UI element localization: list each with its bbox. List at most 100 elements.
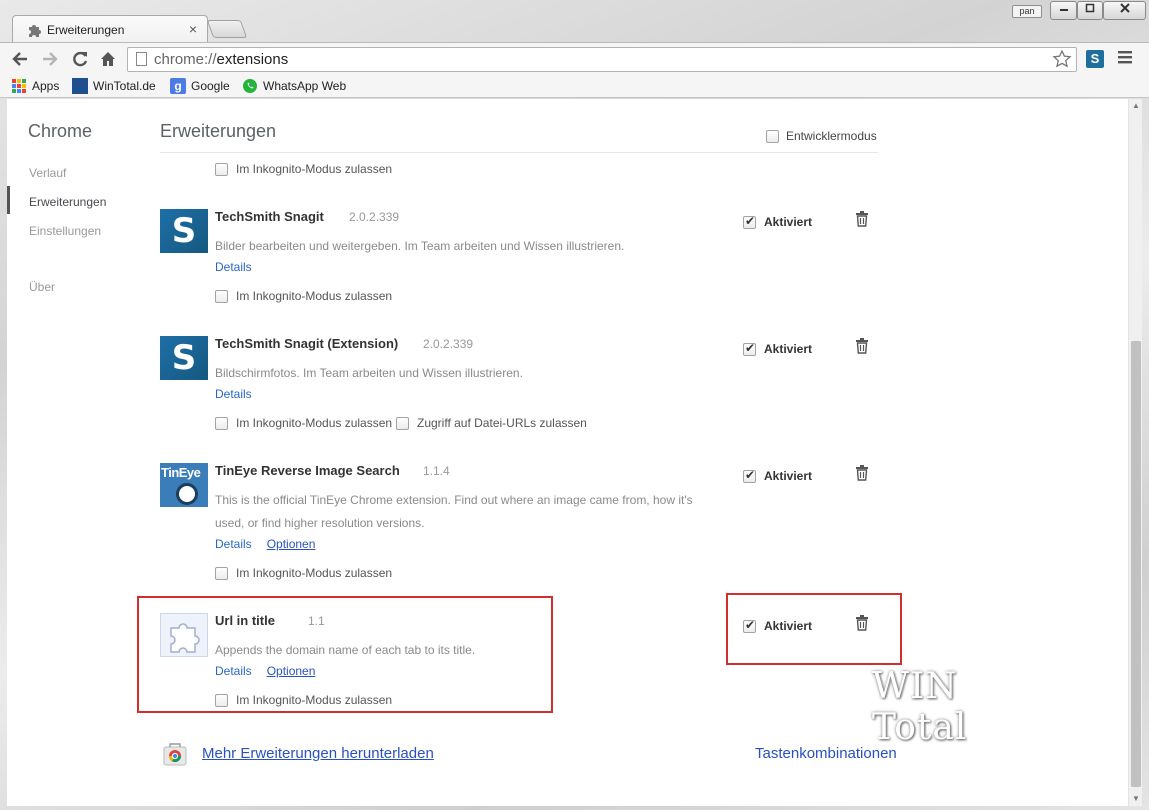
- keyboard-shortcuts-link[interactable]: Tastenkombinationen: [755, 745, 897, 762]
- incognito-label: Im Inkognito-Modus zulassen: [236, 693, 393, 707]
- sidebar-item-ueber[interactable]: Über: [29, 280, 55, 294]
- extensions-page: Chrome Verlauf Erweiterungen Einstellung…: [7, 99, 1142, 806]
- trash-icon[interactable]: [855, 465, 869, 481]
- tab-title: Erweiterungen: [47, 23, 125, 37]
- chrome-web-store-icon: [162, 740, 188, 766]
- scrollbar-thumb[interactable]: [1131, 341, 1141, 787]
- enabled-toggle[interactable]: Aktiviert: [743, 618, 813, 633]
- address-text[interactable]: chrome://extensions: [154, 51, 288, 68]
- sidebar-item-verlauf[interactable]: Verlauf: [29, 166, 66, 180]
- trash-icon[interactable]: [855, 615, 869, 631]
- incognito-option[interactable]: Im Inkognito-Modus zulassen: [215, 162, 392, 176]
- options-link[interactable]: Optionen: [267, 537, 316, 551]
- extension-item-tineye: TinEye TinEye Reverse Image Search 1.1.4…: [160, 463, 880, 588]
- extension-item-url-in-title: Url in title 1.1 Appends the domain name…: [160, 613, 880, 713]
- enabled-toggle[interactable]: Aktiviert: [743, 341, 812, 356]
- browser-window: Erweiterungen × pan chrome://extensions: [0, 0, 1149, 810]
- enabled-checkbox[interactable]: [743, 468, 756, 483]
- details-link[interactable]: Details: [215, 537, 252, 551]
- bookmark-wintotal[interactable]: WinTotal.de: [72, 78, 156, 94]
- minimize-button[interactable]: [1050, 1, 1077, 20]
- more-extensions-link[interactable]: Mehr Erweiterungen herunterladen: [202, 745, 434, 762]
- toolbar: chrome://extensions S: [0, 42, 1149, 74]
- enabled-label: Aktiviert: [764, 215, 813, 229]
- extension-description: This is the official TinEye Chrome exten…: [215, 489, 745, 535]
- maximize-button[interactable]: [1077, 1, 1103, 20]
- incognito-option[interactable]: Im Inkognito-Modus zulassen: [215, 566, 392, 580]
- extension-name: Url in title: [215, 613, 275, 628]
- wintotal-favicon-icon: [72, 78, 88, 94]
- address-bar[interactable]: chrome://extensions: [127, 47, 1077, 72]
- bookmark-star-icon[interactable]: [1052, 49, 1072, 75]
- bookmark-apps[interactable]: Apps: [12, 78, 59, 94]
- puzzle-icon: [160, 613, 208, 657]
- developer-mode-label: Entwicklermodus: [786, 129, 877, 143]
- incognito-checkbox[interactable]: [215, 566, 228, 580]
- incognito-checkbox[interactable]: [215, 289, 228, 303]
- bookmark-label: WinTotal.de: [93, 79, 156, 93]
- extension-version: 1.1.4: [423, 464, 450, 478]
- tineye-logo-icon: TinEye: [160, 463, 208, 507]
- extension-name: TechSmith Snagit: [215, 209, 324, 224]
- profile-badge[interactable]: pan: [1012, 5, 1042, 18]
- details-link[interactable]: Details: [215, 260, 252, 274]
- reload-icon[interactable]: [70, 49, 90, 69]
- extension-description: Appends the domain name of each tab to i…: [215, 643, 476, 657]
- scroll-up-arrow-icon[interactable]: ▲: [1131, 101, 1141, 111]
- back-arrow-icon[interactable]: [10, 49, 30, 69]
- tab-extensions[interactable]: Erweiterungen ×: [12, 15, 208, 42]
- file-urls-checkbox[interactable]: [396, 416, 409, 430]
- developer-mode-checkbox[interactable]: [766, 129, 779, 143]
- close-tab-icon[interactable]: ×: [189, 21, 197, 37]
- enabled-toggle[interactable]: Aktiviert: [743, 214, 813, 229]
- bookmarks-bar: Apps WinTotal.de g Google WhatsApp Web: [0, 74, 1149, 98]
- url-path: extensions: [216, 51, 289, 68]
- details-link[interactable]: Details: [215, 387, 252, 401]
- bookmark-label: Apps: [32, 79, 60, 93]
- header-divider: [160, 152, 878, 153]
- extension-name: TechSmith Snagit (Extension): [215, 336, 399, 351]
- page-scrollbar[interactable]: ▲ ▼: [1128, 99, 1142, 806]
- sidebar-title: Chrome: [28, 121, 93, 141]
- incognito-checkbox[interactable]: [215, 416, 228, 430]
- wintotal-watermark: WIN Total: [872, 666, 968, 748]
- snagit-extension-icon[interactable]: S: [1086, 50, 1104, 68]
- forward-arrow-icon[interactable]: [40, 49, 60, 69]
- tineye-robot-icon: [176, 483, 198, 505]
- incognito-option[interactable]: Im Inkognito-Modus zulassen: [215, 416, 392, 430]
- extension-item-snagit-extension: S TechSmith Snagit (Extension) 2.0.2.339…: [160, 336, 880, 436]
- extension-name: TinEye Reverse Image Search: [215, 463, 400, 478]
- file-urls-label: Zugriff auf Datei-URLs zulassen: [417, 416, 587, 430]
- menu-icon[interactable]: [1118, 50, 1132, 67]
- options-link[interactable]: Optionen: [267, 664, 316, 678]
- enabled-checkbox[interactable]: [743, 341, 756, 356]
- page-title: Erweiterungen: [160, 121, 277, 141]
- incognito-option[interactable]: Im Inkognito-Modus zulassen: [215, 289, 392, 303]
- details-link[interactable]: Details: [215, 664, 252, 678]
- bookmark-whatsapp[interactable]: WhatsApp Web: [242, 78, 346, 94]
- enabled-checkbox[interactable]: [743, 618, 756, 633]
- incognito-option[interactable]: Im Inkognito-Modus zulassen: [215, 693, 392, 707]
- url-scheme: chrome://: [154, 51, 217, 68]
- trash-icon[interactable]: [855, 338, 869, 354]
- sidebar-item-einstellungen[interactable]: Einstellungen: [29, 224, 101, 238]
- bookmark-label: Google: [191, 79, 230, 93]
- enabled-toggle[interactable]: Aktiviert: [743, 468, 813, 483]
- enabled-label: Aktiviert: [764, 619, 813, 633]
- tineye-logo-text: TinEye: [161, 465, 201, 480]
- close-window-button[interactable]: [1103, 1, 1146, 20]
- enabled-checkbox[interactable]: [743, 214, 756, 229]
- scroll-down-arrow-icon[interactable]: ▼: [1131, 794, 1141, 804]
- enabled-label: Aktiviert: [764, 469, 813, 483]
- new-tab-button[interactable]: [206, 20, 248, 38]
- trash-icon[interactable]: [855, 211, 869, 227]
- whatsapp-favicon-icon: [242, 78, 258, 94]
- home-icon[interactable]: [98, 49, 118, 69]
- sidebar-item-erweiterungen[interactable]: Erweiterungen: [29, 195, 106, 209]
- developer-mode-toggle[interactable]: Entwicklermodus: [766, 129, 877, 143]
- file-urls-option[interactable]: Zugriff auf Datei-URLs zulassen: [396, 416, 587, 430]
- extension-version: 1.1: [308, 614, 325, 628]
- incognito-checkbox[interactable]: [215, 162, 228, 176]
- incognito-checkbox[interactable]: [215, 693, 228, 707]
- bookmark-google[interactable]: g Google: [170, 78, 230, 94]
